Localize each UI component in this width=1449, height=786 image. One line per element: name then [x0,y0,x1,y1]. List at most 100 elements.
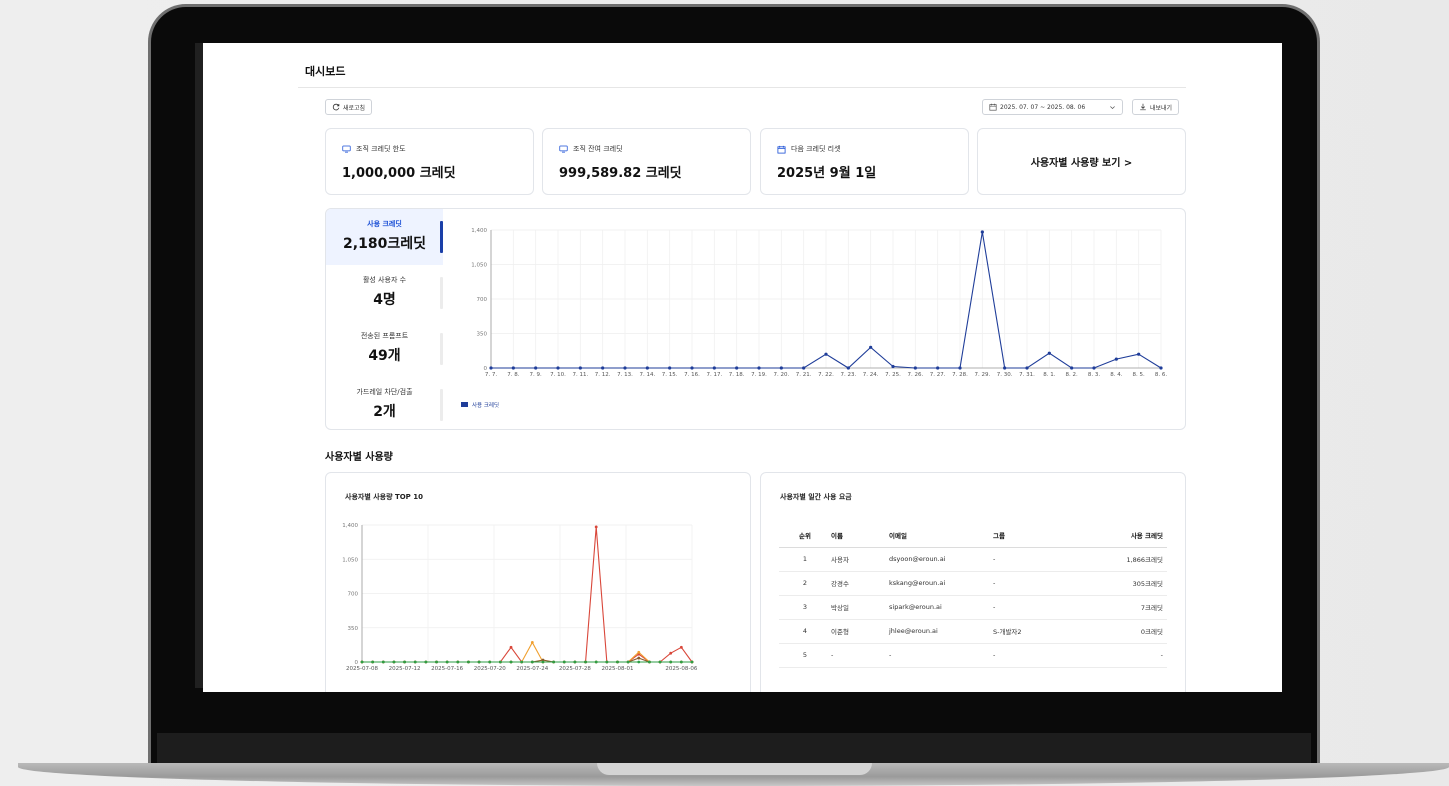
x-tick-label: 7. 10. [550,372,566,378]
series-line-2 [362,657,692,663]
data-point [1137,352,1141,356]
data-point [637,650,641,654]
data-point [601,366,605,370]
cell-name: 사용자 [831,547,889,572]
data-point [637,660,641,664]
table-row[interactable]: 5 - - - - [779,643,1167,668]
data-point [511,366,515,370]
data-point [679,645,683,649]
data-point [735,366,739,370]
page-title: 대시보드 [305,65,346,78]
x-tick-label: 8. 5. [1133,372,1145,378]
x-tick-label: 2025-07-08 [346,666,378,672]
data-point [626,660,630,664]
data-point [669,651,673,655]
x-tick-label: 7. 9. [530,372,542,378]
cell-group: - [993,595,1088,620]
y-tick-label: 1,050 [342,557,358,563]
header-rank[interactable]: 순위 [779,523,831,548]
header-group[interactable]: 그룹 [993,523,1088,548]
cell-group: - [993,643,1088,668]
laptop-mockup-stage: 대시보드 새로고침 2025. 07. 07 ~ 2025. 08. 06 내보… [0,0,1449,786]
header-email[interactable]: 이메일 [889,523,993,548]
x-tick-label: 7. 22. [818,372,834,378]
data-point [556,366,560,370]
metric-label: 활성 사용자 수 [362,276,407,284]
data-point [520,660,524,664]
data-point [530,660,534,664]
data-point [648,660,651,664]
cell-credits: 0크레딧 [1088,619,1167,644]
data-point [413,660,417,664]
cell-group: - [993,571,1088,596]
table-row[interactable]: 4 이준형 jhlee@eroun.ai S-개발자2 0크레딧 [779,619,1167,644]
x-tick-label: 7. 8. [507,372,519,378]
refresh-icon [332,103,340,111]
header-credits[interactable]: 사용 크레딧 [1088,523,1167,548]
data-point [1047,351,1051,355]
metric-value: 4명 [373,292,396,308]
cell-name: 박상일 [831,595,889,620]
data-point [690,660,694,664]
cell-group: S-개발자2 [993,619,1088,644]
data-point [1025,366,1029,370]
data-point [802,366,806,370]
data-point [690,366,694,370]
x-tick-label: 8. 4. [1110,372,1122,378]
metric-guardrail-blocks[interactable]: 가드레일 차단/검출 2개 [326,377,443,429]
date-range-picker[interactable]: 2025. 07. 07 ~ 2025. 08. 06 [982,99,1123,115]
usage-by-user-link[interactable]: 사용자별 사용량 보기 > [977,128,1186,195]
data-point [679,660,683,664]
header-name[interactable]: 이름 [831,523,889,548]
cell-email: dsyoon@eroun.ai [889,547,993,572]
data-point [869,345,873,349]
y-tick-label: 350 [477,332,488,338]
top10-chart-card: 사용자별 사용량 TOP 10 0 350 700 1,050 1,400 2025-07… [325,472,751,692]
data-point [435,660,438,664]
credit-remaining-value: 999,589.82 크레딧 [559,166,682,181]
table-row[interactable]: 1 사용자 dsyoon@eroun.ai - 1,866크레딧 [779,547,1167,572]
metric-label: 가드레일 차단/검출 [356,388,413,396]
calendar-icon [777,145,786,154]
cell-name: 강경수 [831,571,889,596]
data-point [445,660,449,664]
credit-reset-label: 다음 크레딧 리셋 [791,145,841,153]
metric-indicator [440,277,443,309]
top10-line-chart: 03507001,0501,4002025-07-08 2025-07-12 202… [342,523,698,672]
data-point [552,660,556,664]
y-tick-label: 700 [477,297,488,303]
x-tick-label: 7. 13. [617,372,633,378]
data-point [573,660,577,664]
data-point [594,660,598,664]
table-row[interactable]: 2 강경수 kskang@eroun.ai - 305크레딧 [779,571,1167,596]
metric-value: 2개 [373,404,396,420]
usage-chart-card: 사용 크레딧 2,180크레딧 활성 사용자 수 4명 전송된 프롬프트 49개… [325,208,1186,430]
metric-prompts-sent[interactable]: 전송된 프롬프트 49개 [326,321,443,377]
data-point [578,366,582,370]
data-point [498,660,502,664]
data-point [980,230,984,234]
x-tick-label: 7. 26. [907,372,923,378]
data-point [584,660,587,664]
table-row[interactable]: 3 박상일 sipark@eroun.ai - 7크레딧 [779,595,1167,620]
refresh-button[interactable]: 새로고침 [325,99,373,115]
export-button[interactable]: 내보내기 [1132,99,1180,115]
cell-rank: 5 [779,643,831,668]
x-tick-label: 7. 24. [863,372,879,378]
cell-rank: 3 [779,595,831,620]
data-point [381,660,385,664]
date-range-value: 2025. 07. 07 ~ 2025. 08. 06 [1000,103,1086,111]
calendar-icon [989,103,997,111]
data-point [891,364,895,369]
data-point [757,366,761,370]
screen: 대시보드 새로고침 2025. 07. 07 ~ 2025. 08. 06 내보… [203,43,1282,692]
data-point [605,660,609,664]
data-point [913,366,917,370]
cell-credits: 1,866크레딧 [1088,547,1167,572]
credit-limit-card: 조직 크레딧 한도 1,000,000 크레딧 [325,128,534,195]
metric-used-credits[interactable]: 사용 크레딧 2,180크레딧 [326,209,443,265]
x-tick-label: 7. 12. [595,372,611,378]
metric-active-users[interactable]: 활성 사용자 수 4명 [326,265,443,321]
daily-usage-table: 순위 이름 이메일 그룹 사용 크레딧 1 사용자 dsyoon@eroun.a… [779,523,1167,668]
x-tick-label: 7. 11. [572,372,588,378]
